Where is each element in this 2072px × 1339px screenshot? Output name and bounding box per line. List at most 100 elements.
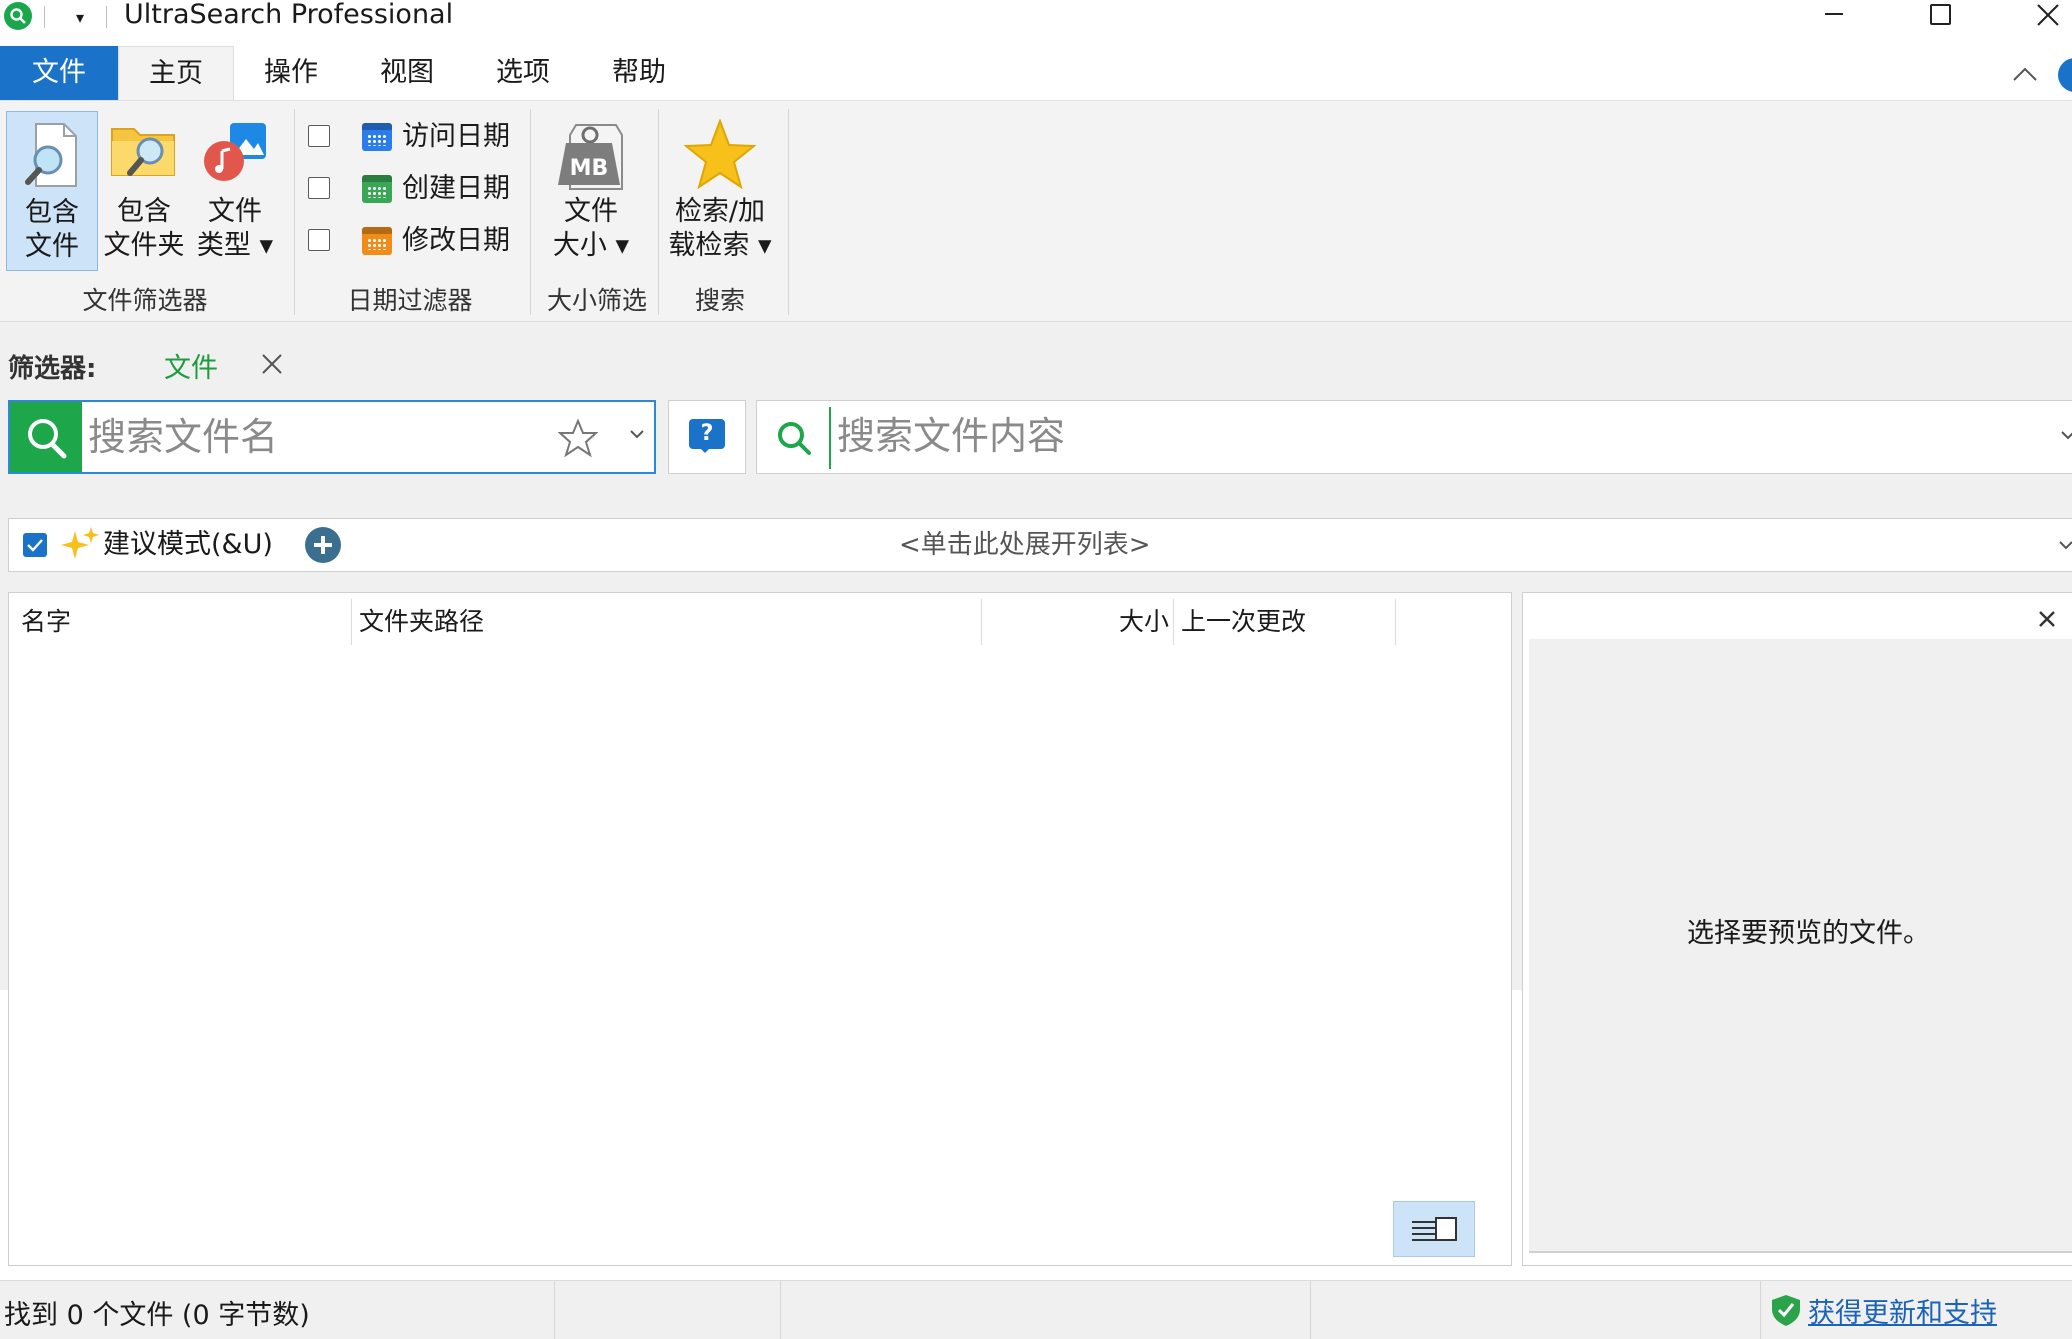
include-folders-label-2: 文件夹 xyxy=(103,230,185,261)
column-header-size[interactable]: 大小 xyxy=(1119,593,1169,651)
calendar-icon xyxy=(362,175,392,203)
preview-toggle-button[interactable] xyxy=(1393,1201,1475,1257)
ribbon-body: 包含 文件 包含 文件夹 文件 类型 ▾ 文件筛选器 访问日期 创建日期 修改日… xyxy=(0,100,2072,322)
preview-panel: 选择要预览的文件。 xyxy=(1522,592,2072,1266)
minimize-button[interactable] xyxy=(1792,0,1872,36)
tab-view[interactable]: 视图 xyxy=(352,46,462,100)
column-header-folder-path[interactable]: 文件夹路径 xyxy=(359,593,484,651)
results-table[interactable]: 名字 文件夹路径 大小 上一次更改 xyxy=(8,592,1512,1266)
include-folders-button[interactable]: 包含 文件夹 xyxy=(100,111,188,271)
content-search-box[interactable] xyxy=(756,400,2072,474)
filter-chip[interactable]: 文件 xyxy=(164,346,218,385)
create-date-checkbox[interactable] xyxy=(308,177,330,199)
suggestion-bar: 建议模式(&U) <单击此处展开列表> xyxy=(8,518,2072,572)
close-button[interactable] xyxy=(2008,0,2072,36)
maximize-button[interactable] xyxy=(1900,0,1980,36)
preview-area: 选择要预览的文件。 xyxy=(1529,639,2072,1253)
filename-search-input[interactable] xyxy=(88,414,538,460)
search-icon[interactable] xyxy=(10,402,82,472)
suggestion-mode-checkbox[interactable] xyxy=(23,533,47,557)
collapse-ribbon-icon[interactable] xyxy=(2010,60,2040,90)
status-found-count: 找到 0 个文件 (0 字节数) xyxy=(4,1300,310,1331)
folder-search-icon xyxy=(110,119,178,190)
filter-label: 筛选器: xyxy=(8,354,97,384)
content-search-input[interactable] xyxy=(837,413,1937,459)
shield-check-icon xyxy=(1770,1293,1802,1331)
titlebar-divider xyxy=(106,6,107,28)
favorite-star-icon[interactable] xyxy=(557,418,599,462)
file-size-button[interactable]: MB 文件 大小 ▾ xyxy=(548,111,634,271)
preview-message: 选择要预览的文件。 xyxy=(1687,918,1930,949)
suggestion-mode-label[interactable]: 建议模式(&U) xyxy=(103,525,273,565)
filter-chip-close-icon[interactable] xyxy=(260,352,286,378)
status-divider xyxy=(554,1281,555,1339)
chevron-down-icon[interactable] xyxy=(628,426,646,445)
search-icon[interactable] xyxy=(775,419,813,461)
file-size-label-2: 大小 ▾ xyxy=(552,230,630,261)
title-bar: ▾ UltraSearch Professional xyxy=(0,0,2072,36)
status-bar: 找到 0 个文件 (0 字节数) 获得更新和支持 xyxy=(0,1280,2072,1339)
column-divider[interactable] xyxy=(1395,599,1396,645)
tab-help[interactable]: 帮助 xyxy=(584,46,694,100)
help-bubble-icon: ? xyxy=(689,419,725,453)
get-updates-support-link[interactable]: 获得更新和支持 xyxy=(1808,1291,1997,1330)
tab-home[interactable]: 主页 xyxy=(118,46,234,100)
chevron-down-icon[interactable] xyxy=(2057,537,2072,556)
close-preview-icon[interactable] xyxy=(2037,609,2057,633)
column-divider[interactable] xyxy=(351,599,352,645)
app-search-icon[interactable] xyxy=(4,2,32,30)
file-types-button[interactable]: 文件 类型 ▾ xyxy=(190,111,280,271)
group-divider xyxy=(530,109,531,315)
save-load-search-button[interactable]: 检索/加 载检索 ▾ xyxy=(664,111,776,271)
group-divider xyxy=(788,109,789,315)
sparkle-icon xyxy=(61,527,99,567)
ribbon-tab-bar: 文件 主页 操作 视图 选项 帮助 xyxy=(0,36,2072,100)
tab-file[interactable]: 文件 xyxy=(0,46,118,100)
search-help-button[interactable]: ? xyxy=(668,400,746,474)
window-title: UltraSearch Professional xyxy=(124,0,454,30)
file-size-label-1: 文件 xyxy=(564,196,618,227)
quick-access-dropdown-icon[interactable]: ▾ xyxy=(68,6,92,30)
filename-search-box[interactable] xyxy=(8,400,656,474)
titlebar-divider xyxy=(44,6,45,28)
file-types-label-1: 文件 xyxy=(208,196,262,227)
tab-options[interactable]: 选项 xyxy=(468,46,578,100)
include-files-label-2: 文件 xyxy=(25,231,79,262)
include-files-label-1: 包含 xyxy=(25,197,79,228)
access-date-label: 访问日期 xyxy=(402,121,510,152)
add-circle-icon[interactable] xyxy=(305,527,341,563)
column-header-last-modified[interactable]: 上一次更改 xyxy=(1181,593,1306,651)
column-divider[interactable] xyxy=(1173,599,1174,645)
file-types-label-2: 类型 ▾ xyxy=(196,230,274,261)
expand-list-link[interactable]: <单击此处展开列表> xyxy=(899,525,1151,565)
status-divider xyxy=(1310,1281,1311,1339)
help-circle-icon[interactable] xyxy=(2058,58,2072,92)
chevron-down-icon[interactable] xyxy=(2059,427,2072,446)
tab-operations[interactable]: 操作 xyxy=(236,46,346,100)
date-filter-group-label: 日期过滤器 xyxy=(347,286,473,315)
search-group-label: 搜索 xyxy=(694,286,745,315)
status-divider xyxy=(780,1281,781,1339)
file-filter-group-label: 文件筛选器 xyxy=(82,286,208,315)
search-load-label-1: 检索/加 xyxy=(674,196,766,227)
weight-mb-text: MB xyxy=(570,156,609,181)
modify-date-checkbox[interactable] xyxy=(308,229,330,251)
column-header-name[interactable]: 名字 xyxy=(21,593,71,651)
file-search-icon xyxy=(24,120,80,199)
media-types-icon xyxy=(200,119,270,194)
calendar-icon xyxy=(362,227,392,255)
group-divider xyxy=(658,109,659,315)
group-divider xyxy=(294,109,295,315)
create-date-label: 创建日期 xyxy=(402,173,510,204)
calendar-icon xyxy=(362,123,392,151)
modify-date-label: 修改日期 xyxy=(402,225,510,256)
star-icon xyxy=(683,118,757,198)
weight-mb-icon: MB xyxy=(556,119,626,200)
search-load-label-2: 载检索 ▾ xyxy=(668,230,772,261)
include-folders-label-1: 包含 xyxy=(117,196,171,227)
access-date-checkbox[interactable] xyxy=(308,125,330,147)
include-files-button[interactable]: 包含 文件 xyxy=(6,111,98,271)
size-filter-group-label: 大小筛选 xyxy=(546,286,647,315)
status-divider xyxy=(1760,1281,1761,1339)
column-divider[interactable] xyxy=(981,599,982,645)
